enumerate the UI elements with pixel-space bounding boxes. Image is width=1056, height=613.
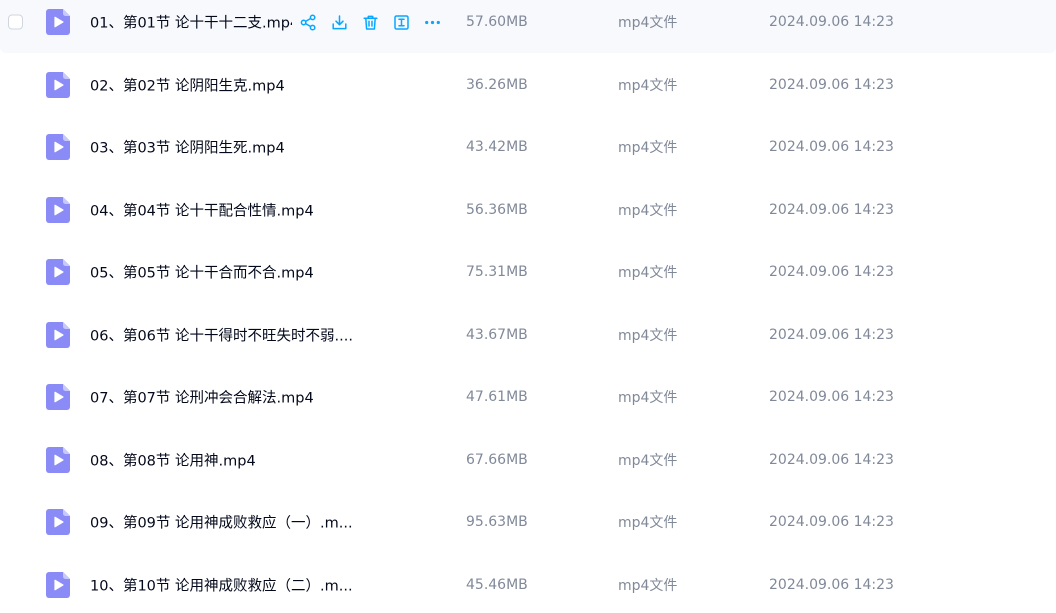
- modified-time: 2024.09.06 14:23: [769, 389, 894, 406]
- file-type: mp4文件: [618, 77, 678, 94]
- modified-time: 2024.09.06 14:23: [769, 514, 894, 531]
- table-row[interactable]: 09、第09节 论用神成败救应（一）.m... 95.63MB mp4文件 2024.…: [0, 491, 1056, 553]
- file-type: mp4文件: [618, 577, 678, 594]
- file-size: 95.63MB: [466, 514, 528, 531]
- file-size: 47.61MB: [466, 389, 528, 406]
- delete-button[interactable]: [360, 12, 380, 32]
- file-type: mp4文件: [618, 452, 678, 469]
- file-name[interactable]: 03、第03节 论阴阳生死.mp4: [90, 137, 285, 158]
- file-name[interactable]: 07、第07节 论刑冲会合解法.mp4: [90, 387, 314, 408]
- file-name[interactable]: 05、第05节 论十干合而不合.mp4: [90, 262, 314, 283]
- file-type: mp4文件: [618, 390, 678, 407]
- file-type: mp4文件: [618, 15, 678, 31]
- video-file-icon: [46, 384, 70, 411]
- video-file-icon: [46, 571, 70, 598]
- table-row[interactable]: 04、第04节 论十干配合性情.mp4 56.36MB mp4文件 2024.09.0…: [0, 179, 1056, 241]
- table-row[interactable]: 07、第07节 论刑冲会合解法.mp4 47.61MB mp4文件 2024.09.0…: [0, 366, 1056, 428]
- table-row[interactable]: 03、第03节 论阴阳生死.mp4 43.42MB mp4文件 2024.09.06 …: [0, 116, 1056, 178]
- more-button[interactable]: [422, 12, 442, 32]
- file-name[interactable]: 02、第02节 论阴阳生克.mp4: [90, 74, 285, 95]
- download-button[interactable]: [329, 12, 349, 32]
- share-icon: [300, 13, 317, 31]
- download-icon: [331, 14, 348, 31]
- modified-time: 2024.09.06 14:23: [769, 576, 894, 593]
- file-size: 43.67MB: [466, 326, 528, 343]
- file-list: 01、第01节 论十干十二支.mp4 57.60MB mp4文件 2024.09.06…: [0, 0, 1056, 613]
- modified-time: 2024.09.06 14:23: [769, 76, 894, 93]
- table-row[interactable]: 10、第10节 论用神成败救应（二）.m... 45.46MB mp4文件 2024.…: [0, 554, 1056, 613]
- row-checkbox[interactable]: [8, 14, 23, 30]
- video-file-icon: [46, 259, 70, 286]
- file-name[interactable]: 10、第10节 论用神成败救应（二）.m...: [90, 574, 353, 595]
- file-name[interactable]: 06、第06节 论十干得时不旺失时不弱....: [90, 324, 353, 345]
- table-row[interactable]: 01、第01节 论十干十二支.mp4 57.60MB mp4文件 2024.09.06…: [0, 0, 1056, 53]
- rename-button[interactable]: [391, 12, 411, 32]
- table-row[interactable]: 02、第02节 论阴阳生克.mp4 36.26MB mp4文件 2024.09.06 …: [0, 54, 1056, 116]
- video-file-icon: [46, 71, 70, 98]
- video-file-icon: [46, 196, 70, 223]
- file-name[interactable]: 01、第01节 论十干十二支.mp4: [90, 12, 292, 33]
- file-size: 43.42MB: [466, 139, 528, 156]
- delete-icon: [362, 14, 379, 31]
- rename-icon: [393, 14, 410, 31]
- more-icon: [424, 14, 441, 31]
- file-type: mp4文件: [618, 202, 678, 219]
- file-type: mp4文件: [618, 327, 678, 344]
- file-size: 36.26MB: [466, 76, 528, 93]
- file-size: 67.66MB: [466, 451, 528, 468]
- file-name[interactable]: 04、第04节 论十干配合性情.mp4: [90, 199, 314, 220]
- file-name[interactable]: 08、第08节 论用神.mp4: [90, 449, 256, 470]
- share-button[interactable]: [298, 12, 318, 32]
- video-file-icon: [46, 446, 70, 473]
- video-file-icon: [46, 9, 70, 35]
- modified-time: 2024.09.06 14:23: [769, 201, 894, 218]
- file-size: 57.60MB: [466, 14, 528, 30]
- row-actions: [298, 12, 453, 32]
- file-name[interactable]: 09、第09节 论用神成败救应（一）.m...: [90, 512, 353, 533]
- video-file-icon: [46, 134, 70, 161]
- video-file-icon: [46, 509, 70, 536]
- modified-time: 2024.09.06 14:23: [769, 139, 894, 156]
- file-size: 45.46MB: [466, 576, 528, 593]
- modified-time: 2024.09.06 14:23: [769, 264, 894, 281]
- table-row[interactable]: 05、第05节 论十干合而不合.mp4 75.31MB mp4文件 2024.09.0…: [0, 241, 1056, 303]
- file-size: 75.31MB: [466, 264, 528, 281]
- file-size: 56.36MB: [466, 201, 528, 218]
- table-row[interactable]: 06、第06节 论十干得时不旺失时不弱.... 43.67MB mp4文件 2024.…: [0, 304, 1056, 366]
- file-type: mp4文件: [618, 140, 678, 157]
- table-row[interactable]: 08、第08节 论用神.mp4 67.66MB mp4文件 2024.09.06 14…: [0, 429, 1056, 491]
- modified-time: 2024.09.06 14:23: [769, 326, 894, 343]
- video-file-icon: [46, 321, 70, 348]
- modified-time: 2024.09.06 14:23: [769, 451, 894, 468]
- modified-time: 2024.09.06 14:23: [769, 14, 894, 30]
- file-type: mp4文件: [618, 515, 678, 532]
- file-type: mp4文件: [618, 265, 678, 282]
